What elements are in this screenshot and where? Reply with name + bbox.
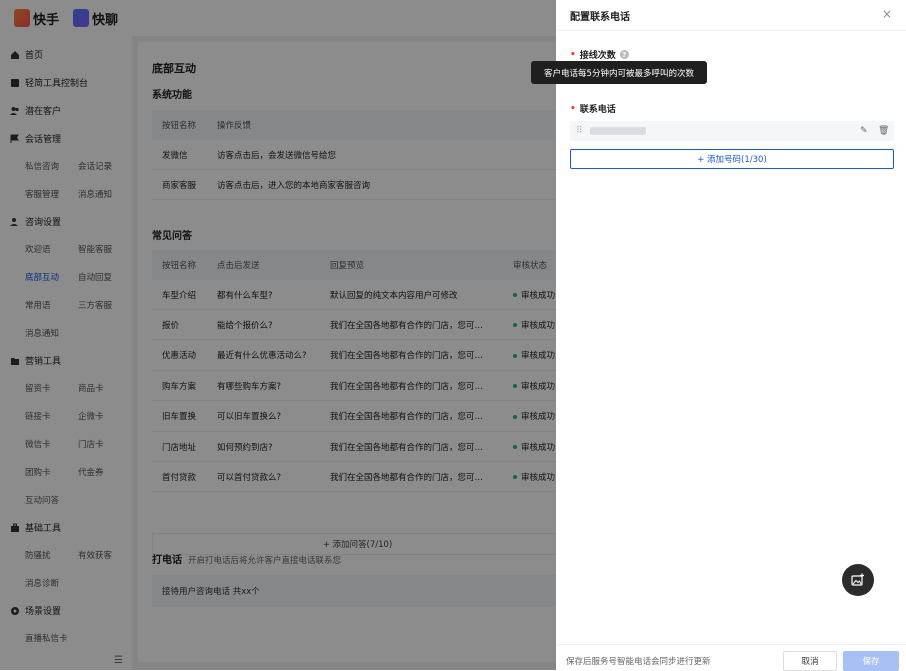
- drag-handle-icon[interactable]: ⠿: [576, 126, 583, 136]
- add-phone-button[interactable]: + 添加号码(1/30): [570, 149, 894, 169]
- divider: [556, 30, 906, 31]
- drawer-title: 配置联系电话: [570, 12, 630, 23]
- field-label-text: 接线次数: [579, 51, 616, 61]
- image-upload-fab[interactable]: [842, 564, 874, 596]
- modal-overlay[interactable]: [0, 0, 556, 670]
- cancel-button[interactable]: 取消: [783, 651, 837, 671]
- drawer-footer: 保存后服务号智能电话会同步进行更新 取消 保存: [556, 644, 906, 671]
- required-mark: •: [570, 49, 576, 60]
- image-add-icon: [851, 573, 864, 586]
- edit-icon[interactable]: ✎: [860, 126, 868, 136]
- footer-note: 保存后服务号智能电话会同步进行更新: [566, 657, 711, 667]
- close-icon[interactable]: ×: [882, 7, 892, 21]
- masked-phone-number: [590, 127, 646, 135]
- save-button[interactable]: 保存: [843, 651, 899, 671]
- field-label-text: 联系电话: [579, 105, 616, 115]
- tooltip: 客户电话每5分钟内可被最多呼叫的次数: [531, 61, 707, 84]
- trash-icon[interactable]: 🗑: [878, 126, 889, 136]
- required-mark: •: [570, 103, 576, 114]
- config-phone-drawer: 配置联系电话 × • 接线次数 ? • 联系电话 ⠿ ✎ 🗑 + 添加号码(1/…: [556, 0, 906, 671]
- field-label-phone: • 联系电话: [570, 102, 616, 116]
- phone-list-item[interactable]: ⠿ ✎ 🗑: [570, 121, 894, 141]
- field-label-call-limit: • 接线次数 ?: [570, 48, 629, 61]
- help-icon[interactable]: ?: [619, 50, 629, 59]
